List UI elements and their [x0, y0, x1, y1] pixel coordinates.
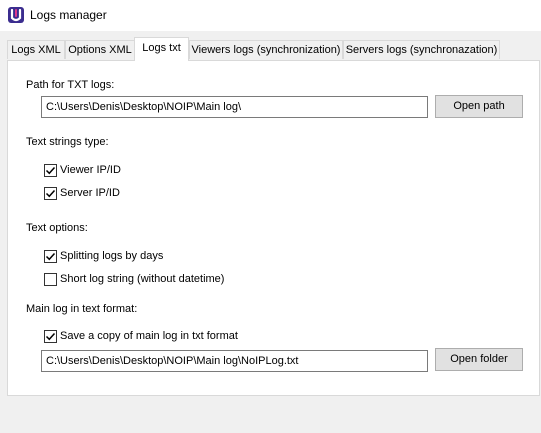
- split-by-days-checkbox[interactable]: [44, 250, 57, 263]
- main-log-heading: Main log in text format:: [26, 303, 138, 315]
- short-log-string-checkbox[interactable]: [44, 273, 57, 286]
- tab-options-xml[interactable]: Options XML: [65, 40, 135, 59]
- server-ip-label: Server IP/ID: [60, 187, 120, 199]
- checkmark-icon: [45, 189, 56, 198]
- split-by-days-label: Splitting logs by days: [60, 250, 164, 262]
- tab-viewers-logs[interactable]: Viewers logs (synchronization): [189, 40, 343, 59]
- text-options-heading: Text options:: [26, 222, 88, 234]
- tab-servers-logs[interactable]: Servers logs (synchronazation): [343, 40, 500, 59]
- window-title: Logs manager: [30, 8, 107, 22]
- viewer-ip-checkbox[interactable]: [44, 164, 57, 177]
- text-strings-type-heading: Text strings type:: [26, 136, 109, 148]
- open-folder-button[interactable]: Open folder: [435, 348, 523, 371]
- path-label: Path for TXT logs:: [26, 79, 115, 91]
- open-path-button[interactable]: Open path: [435, 95, 523, 118]
- title-bar: Logs manager: [0, 0, 541, 31]
- txt-logs-path-field[interactable]: C:\Users\Denis\Desktop\NOIP\Main log\: [41, 96, 428, 118]
- tab-bar: Logs XML Options XML Logs txt Viewers lo…: [0, 31, 541, 61]
- server-ip-checkbox[interactable]: [44, 187, 57, 200]
- save-copy-label: Save a copy of main log in txt format: [60, 330, 238, 342]
- checkmark-icon: [45, 332, 56, 341]
- tab-logs-xml[interactable]: Logs XML: [7, 40, 65, 59]
- checkmark-icon: [45, 252, 56, 261]
- logs-manager-app-icon: [8, 7, 24, 23]
- logs-txt-panel: Path for TXT logs: C:\Users\Denis\Deskto…: [7, 60, 540, 396]
- short-log-string-label: Short log string (without datetime): [60, 273, 225, 285]
- main-log-file-field[interactable]: C:\Users\Denis\Desktop\NOIP\Main log\NoI…: [41, 350, 428, 372]
- checkmark-icon: [45, 166, 56, 175]
- save-copy-checkbox[interactable]: [44, 330, 57, 343]
- tab-logs-txt[interactable]: Logs txt: [134, 37, 189, 61]
- viewer-ip-label: Viewer IP/ID: [60, 164, 121, 176]
